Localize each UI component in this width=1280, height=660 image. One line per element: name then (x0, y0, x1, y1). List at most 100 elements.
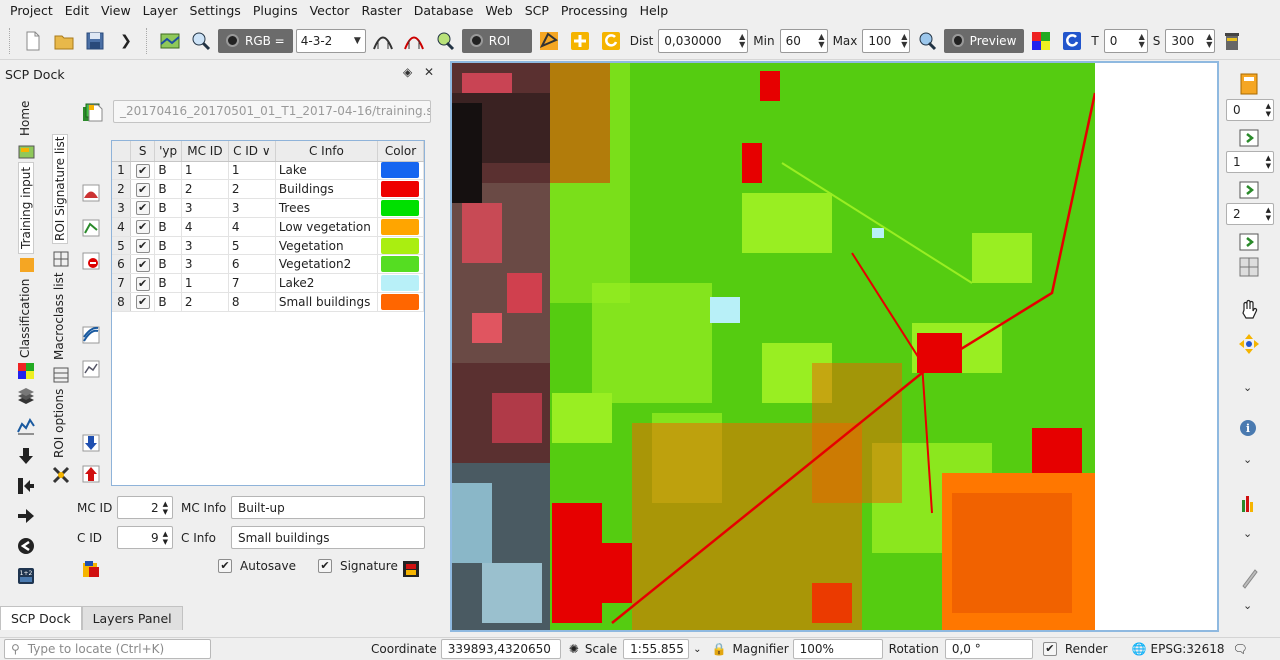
color-cell[interactable] (377, 236, 425, 256)
classification-preview-button[interactable] (1027, 27, 1055, 55)
menu-settings[interactable]: Settings (184, 3, 247, 18)
color-cell[interactable] (377, 179, 425, 200)
menu-edit[interactable]: Edit (59, 3, 95, 18)
preprocessing-icon[interactable] (15, 475, 37, 497)
signature-checkbox[interactable]: ✔ Signature (317, 559, 398, 573)
new-project-button[interactable] (19, 27, 47, 55)
import-signatures-button[interactable] (80, 432, 102, 454)
identify-button[interactable]: i (1236, 416, 1262, 442)
render-checkbox[interactable]: ✔ (1042, 642, 1057, 656)
calculator-icon[interactable]: 1+2 (15, 565, 37, 587)
float-dock-icon[interactable]: ◈ (403, 65, 412, 79)
crs-button[interactable]: EPSG:32618 (1151, 642, 1225, 656)
close-dock-icon[interactable]: ✕ (424, 65, 434, 79)
color-cell[interactable] (377, 198, 425, 218)
menu-web[interactable]: Web (479, 3, 518, 18)
stretch-cumulative-button[interactable] (400, 27, 428, 55)
tab-scp-dock[interactable]: SCP Dock (0, 606, 82, 630)
column-header-type[interactable]: 'yp (154, 141, 182, 162)
autosave-checkbox[interactable]: ✔ Autosave (218, 559, 296, 573)
select-checkbox-cell[interactable]: ✔ (130, 254, 156, 275)
spectral-signature-button[interactable] (80, 324, 102, 346)
next-button-3[interactable] (1236, 229, 1262, 255)
band-spinbox-1[interactable]: 0 ▲ ▼ (1226, 99, 1274, 121)
mc-id-cell[interactable]: 2 (181, 179, 229, 200)
remove-temp-files-button[interactable] (1218, 27, 1246, 55)
menu-help[interactable]: Help (634, 3, 675, 18)
color-cell[interactable] (377, 217, 425, 237)
c-id-cell[interactable]: 4 (228, 217, 276, 237)
c-info-cell[interactable]: Vegetation2 (275, 254, 378, 275)
layers-stack-icon[interactable] (15, 385, 37, 407)
c-info-cell[interactable]: Trees (275, 198, 378, 218)
c-id-cell[interactable]: 6 (228, 254, 276, 275)
table-row[interactable]: 8 ✔ B 2 8 Small buildings (112, 292, 425, 312)
c-id-cell[interactable]: 3 (228, 198, 276, 218)
chevron-down-icon[interactable]: ⌄ (1243, 381, 1252, 394)
table-row[interactable]: 4 ✔ B 4 4 Low vegetation (112, 217, 425, 237)
spectral-plot-icon[interactable] (15, 415, 37, 437)
mc-id-cell[interactable]: 1 (181, 161, 229, 181)
c-id-cell[interactable]: 2 (228, 179, 276, 200)
select-checkbox-cell[interactable]: ✔ (130, 217, 156, 237)
dist-spinbox[interactable]: 0,030000 ▲ ▼ (658, 28, 749, 53)
histogram-button[interactable] (1236, 491, 1262, 517)
scatter-plot-button[interactable] (80, 217, 102, 239)
mc-id-cell[interactable]: 1 (181, 273, 229, 294)
training-file-path[interactable]: _20170416_20170501_01_T1_2017-04-16/trai… (113, 100, 431, 123)
menu-view[interactable]: View (95, 3, 137, 18)
tab-roi-signature-list[interactable]: ROI Signature list (52, 134, 68, 244)
signature-details-button[interactable] (80, 358, 102, 380)
toolbar-overflow-button[interactable]: ❯ (112, 27, 140, 55)
create-roi-button[interactable] (535, 27, 563, 55)
lock-icon[interactable]: 🔒 (712, 642, 727, 656)
grid-settings-button[interactable] (1236, 254, 1262, 280)
band-set-icon[interactable] (15, 360, 37, 382)
t-spinbox[interactable]: 0 ▲ ▼ (1103, 28, 1148, 53)
toggle-extents-icon[interactable]: ✺ (569, 642, 579, 656)
mc-id-cell[interactable]: 2 (181, 292, 229, 312)
magnifier-spinbox[interactable]: 100% (792, 639, 883, 659)
table-row[interactable]: 5 ✔ B 3 5 Vegetation (112, 236, 425, 256)
color-cell[interactable] (377, 273, 425, 294)
signature-plot-button[interactable] (80, 182, 102, 204)
select-checkbox-cell[interactable]: ✔ (130, 179, 156, 200)
select-checkbox-cell[interactable]: ✔ (130, 273, 156, 294)
c-info-field[interactable]: Small buildings (231, 526, 425, 549)
table-row[interactable]: 2 ✔ B 2 2 Buildings (112, 179, 425, 200)
c-info-cell[interactable]: Buildings (275, 179, 378, 200)
stretch-std-button[interactable] (369, 27, 397, 55)
column-header-c-info[interactable]: C Info (275, 141, 378, 162)
table-row[interactable]: 1 ✔ B 1 1 Lake (112, 161, 425, 181)
chevron-down-icon[interactable]: ⌄ (1243, 527, 1252, 540)
messages-icon[interactable]: 🗨 (1232, 642, 1247, 656)
open-project-button[interactable] (50, 27, 78, 55)
coordinate-field[interactable]: 339893,4320650 (440, 639, 561, 659)
zoom-roi-button[interactable] (431, 27, 459, 55)
menu-project[interactable]: Project (4, 3, 59, 18)
table-row[interactable]: 7 ✔ B 1 7 Lake2 (112, 273, 425, 294)
macroclass-color-button[interactable] (80, 558, 102, 580)
c-id-cell[interactable]: 7 (228, 273, 276, 294)
new-training-button[interactable] (84, 102, 106, 124)
column-header-s[interactable]: S (130, 141, 156, 162)
chevron-down-icon[interactable]: ⌄ (1243, 599, 1252, 612)
band-spinbox-3[interactable]: 2 ▲ ▼ (1226, 203, 1274, 225)
c-info-cell[interactable]: Vegetation (275, 236, 378, 256)
band-calc-button[interactable] (1236, 71, 1262, 97)
table-row[interactable]: 6 ✔ B 3 6 Vegetation2 (112, 254, 425, 275)
column-header-c-id[interactable]: C ID ∨ (228, 141, 276, 162)
scale-combo[interactable]: 1:55.855 (623, 639, 690, 659)
scp-home-button[interactable] (156, 27, 184, 55)
menu-processing[interactable]: Processing (555, 3, 634, 18)
next-button-2[interactable] (1236, 177, 1262, 203)
mc-id-spinbox[interactable]: 2 ▲ ▼ (117, 496, 173, 519)
chevron-down-icon[interactable]: ⌄ (693, 644, 701, 655)
pan-tool-button[interactable] (1236, 297, 1262, 323)
mc-id-cell[interactable]: 3 (181, 254, 229, 275)
menu-scp[interactable]: SCP (519, 3, 555, 18)
c-info-cell[interactable]: Lake (275, 161, 378, 181)
chevron-down-icon[interactable]: ⌄ (1243, 453, 1252, 466)
rgb-combo[interactable]: 4-3-2 ▼ (295, 28, 366, 53)
save-project-button[interactable] (81, 27, 109, 55)
